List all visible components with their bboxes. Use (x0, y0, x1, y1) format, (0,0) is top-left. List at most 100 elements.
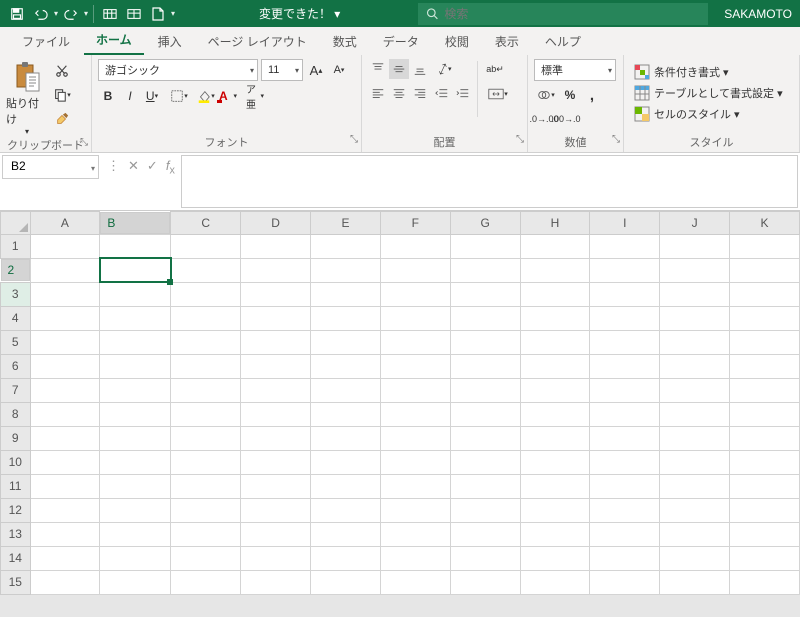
search-box[interactable] (418, 3, 708, 25)
cell-I2[interactable] (590, 258, 660, 282)
cell-I9[interactable] (590, 426, 660, 450)
cell-D11[interactable] (241, 474, 311, 498)
qat-customize-icon[interactable]: ▾ (171, 9, 175, 18)
cell-A15[interactable] (30, 570, 100, 594)
cell-B6[interactable] (100, 354, 171, 378)
undo-icon[interactable] (30, 3, 52, 25)
cell-E11[interactable] (311, 474, 381, 498)
cell-I3[interactable] (590, 282, 660, 306)
cell-E13[interactable] (311, 522, 381, 546)
cell-H5[interactable] (520, 330, 590, 354)
cancel-formula-icon[interactable]: ✕ (128, 158, 139, 174)
cell-D10[interactable] (241, 450, 311, 474)
cell-A12[interactable] (30, 498, 100, 522)
tab-ページ レイアウト[interactable]: ページ レイアウト (196, 27, 319, 55)
cell-H1[interactable] (520, 234, 590, 258)
fx-icon[interactable]: fx (166, 158, 175, 177)
cell-C9[interactable] (171, 426, 241, 450)
col-header-F[interactable]: F (380, 212, 450, 235)
border-icon[interactable]: ▾ (169, 86, 189, 106)
row-header-6[interactable]: 6 (1, 354, 31, 378)
cell-K7[interactable] (730, 378, 800, 402)
cell-J3[interactable] (660, 282, 730, 306)
col-header-H[interactable]: H (520, 212, 590, 235)
cell-I11[interactable] (590, 474, 660, 498)
cell-K10[interactable] (730, 450, 800, 474)
cell-J7[interactable] (660, 378, 730, 402)
cell-K1[interactable] (730, 234, 800, 258)
cell-K13[interactable] (730, 522, 800, 546)
tab-ホーム[interactable]: ホーム (84, 25, 144, 55)
row-header-7[interactable]: 7 (1, 378, 31, 402)
cell-E1[interactable] (311, 234, 381, 258)
cell-C4[interactable] (171, 306, 241, 330)
col-header-I[interactable]: I (590, 212, 660, 235)
cell-K14[interactable] (730, 546, 800, 570)
cell-H10[interactable] (520, 450, 590, 474)
cell-D4[interactable] (241, 306, 311, 330)
table-icon-1[interactable] (99, 3, 121, 25)
wrap-text-icon[interactable]: ab↵ (482, 59, 508, 79)
cell-C3[interactable] (171, 282, 241, 306)
cell-J12[interactable] (660, 498, 730, 522)
col-header-J[interactable]: J (660, 212, 730, 235)
cell-F13[interactable] (380, 522, 450, 546)
cell-K2[interactable] (730, 258, 800, 282)
tab-挿入[interactable]: 挿入 (146, 27, 194, 55)
row-header-12[interactable]: 12 (1, 498, 31, 522)
cell-G6[interactable] (450, 354, 520, 378)
font-size-select[interactable]: 11▾ (261, 59, 303, 81)
cell-K6[interactable] (730, 354, 800, 378)
cell-B3[interactable] (100, 282, 171, 306)
cell-C11[interactable] (171, 474, 241, 498)
cell-J11[interactable] (660, 474, 730, 498)
cell-H7[interactable] (520, 378, 590, 402)
cell-I12[interactable] (590, 498, 660, 522)
col-header-C[interactable]: C (171, 212, 241, 235)
new-file-icon[interactable] (147, 3, 169, 25)
row-header-14[interactable]: 14 (1, 546, 31, 570)
cell-K15[interactable] (730, 570, 800, 594)
cell-C5[interactable] (171, 330, 241, 354)
save-icon[interactable] (6, 3, 28, 25)
align-middle-icon[interactable] (389, 59, 409, 79)
align-bottom-icon[interactable] (410, 59, 430, 79)
cell-B8[interactable] (100, 402, 171, 426)
cell-A1[interactable] (30, 234, 100, 258)
cell-F11[interactable] (380, 474, 450, 498)
cell-D1[interactable] (241, 234, 311, 258)
cell-A13[interactable] (30, 522, 100, 546)
shrink-font-icon[interactable]: A▾ (329, 60, 349, 80)
cell-A14[interactable] (30, 546, 100, 570)
cell-J5[interactable] (660, 330, 730, 354)
cell-D2[interactable] (241, 258, 311, 282)
conditional-format-button[interactable]: 条件付き書式 ▾ (630, 61, 733, 82)
cell-D8[interactable] (241, 402, 311, 426)
cell-F10[interactable] (380, 450, 450, 474)
cell-H14[interactable] (520, 546, 590, 570)
cell-A7[interactable] (30, 378, 100, 402)
cell-F1[interactable] (380, 234, 450, 258)
font-launcher-icon[interactable]: ⤡ (350, 134, 358, 145)
name-box[interactable]: ▾ (2, 155, 99, 179)
col-header-D[interactable]: D (241, 212, 311, 235)
indent-decrease-icon[interactable] (432, 84, 452, 104)
font-color-icon[interactable]: A▾ (218, 86, 238, 106)
cell-B1[interactable] (100, 234, 171, 258)
row-header-8[interactable]: 8 (1, 402, 31, 426)
cell-G12[interactable] (450, 498, 520, 522)
cell-E4[interactable] (311, 306, 381, 330)
underline-icon[interactable]: U▾ (142, 86, 162, 106)
cell-G13[interactable] (450, 522, 520, 546)
comma-icon[interactable]: , (582, 85, 602, 105)
cell-K3[interactable] (730, 282, 800, 306)
cell-I1[interactable] (590, 234, 660, 258)
search-input[interactable] (444, 7, 700, 21)
col-header-A[interactable]: A (30, 212, 100, 235)
tab-校閲[interactable]: 校閲 (433, 27, 481, 55)
phonetic-icon[interactable]: ア亜▾ (245, 86, 265, 106)
cell-I4[interactable] (590, 306, 660, 330)
cell-B11[interactable] (100, 474, 171, 498)
cell-G10[interactable] (450, 450, 520, 474)
cell-B14[interactable] (100, 546, 171, 570)
